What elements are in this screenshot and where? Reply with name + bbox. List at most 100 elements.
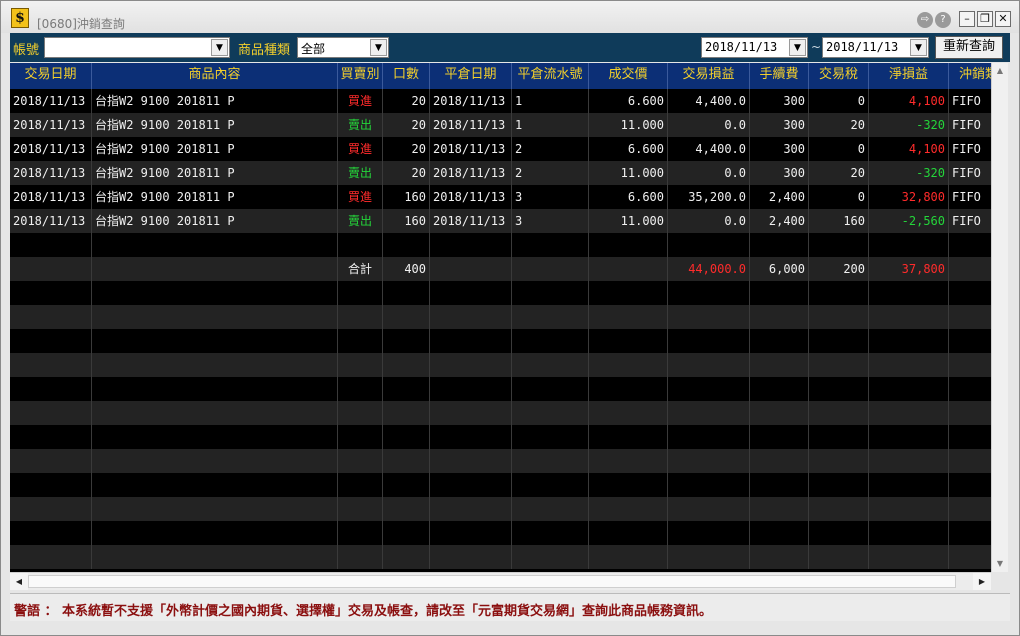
cell-tax: 0 (809, 89, 869, 113)
restore-button[interactable]: ❐ (977, 11, 993, 27)
chevron-down-icon[interactable]: ▼ (789, 39, 806, 56)
empty-row[interactable] (10, 497, 991, 521)
cell-qty: 20 (383, 89, 430, 113)
help-icon[interactable]: ? (935, 12, 951, 28)
chevron-down-icon[interactable]: ▼ (910, 39, 927, 56)
empty-row[interactable] (10, 353, 991, 377)
empty-row[interactable] (10, 377, 991, 401)
empty-row[interactable] (10, 401, 991, 425)
table-row[interactable]: 2018/11/13 台指W2 9100 201811 P 買進 20 2018/11/… (10, 89, 991, 113)
empty-cell (512, 521, 589, 545)
product-type-select[interactable]: 全部 ▼ (297, 37, 389, 58)
empty-cell (10, 473, 92, 497)
cell-method: FIFO (949, 137, 991, 161)
empty-cell (869, 401, 949, 425)
cell-product: 台指W2 9100 201811 P (92, 89, 338, 113)
empty-row[interactable] (10, 521, 991, 545)
col-close-date[interactable]: 平倉日期 (430, 63, 512, 89)
empty-cell (430, 377, 512, 401)
scroll-up-icon[interactable]: ▲ (992, 63, 1008, 79)
empty-cell (512, 545, 589, 569)
empty-cell (949, 233, 991, 257)
empty-cell (383, 425, 430, 449)
empty-row[interactable] (10, 305, 991, 329)
account-select[interactable]: ▼ (44, 37, 230, 58)
empty-row[interactable] (10, 233, 991, 257)
empty-cell (92, 257, 338, 281)
empty-row[interactable] (10, 329, 991, 353)
col-trade-date[interactable]: 交易日期 (10, 63, 92, 89)
col-product[interactable]: 商品內容 (92, 63, 338, 89)
settlement-query-window: $ [0680]沖銷查詢 ⇨ ? – ❐ ✕ 帳號 ▼ 商品種類 全部 ▼ 20… (0, 0, 1020, 636)
empty-cell (809, 521, 869, 545)
empty-cell (668, 473, 750, 497)
empty-row[interactable] (10, 425, 991, 449)
table-row[interactable]: 2018/11/13 台指W2 9100 201811 P 賣出 20 2018/11/… (10, 161, 991, 185)
close-button[interactable]: ✕ (995, 11, 1011, 27)
date-from-picker[interactable]: 2018/11/13 ▼ (701, 37, 808, 58)
empty-cell (383, 401, 430, 425)
requery-button[interactable]: 重新查詢 (935, 36, 1003, 59)
empty-cell (668, 377, 750, 401)
empty-cell (338, 449, 383, 473)
date-to-picker[interactable]: 2018/11/13 ▼ (822, 37, 929, 58)
cell-method: FIFO (949, 113, 991, 137)
empty-cell (668, 281, 750, 305)
empty-cell (750, 329, 809, 353)
empty-cell (512, 329, 589, 353)
empty-cell (668, 233, 750, 257)
empty-cell (750, 497, 809, 521)
table-row[interactable]: 2018/11/13 台指W2 9100 201811 P 買進 160 2018/11… (10, 185, 991, 209)
empty-row[interactable] (10, 449, 991, 473)
table-row[interactable]: 2018/11/13 台指W2 9100 201811 P 買進 20 2018/11/… (10, 137, 991, 161)
empty-cell (92, 473, 338, 497)
col-qty[interactable]: 口數 (383, 63, 430, 89)
cell-date: 2018/11/13 (10, 89, 92, 113)
empty-row[interactable] (10, 545, 991, 569)
col-trade-pnl[interactable]: 交易損益 (668, 63, 750, 89)
empty-cell (668, 401, 750, 425)
popout-icon[interactable]: ⇨ (917, 12, 933, 28)
horizontal-scrollbar[interactable]: ◀ ▶ (10, 572, 991, 590)
cell-pnl: 0.0 (668, 161, 750, 185)
horizontal-scroll-thumb[interactable] (28, 575, 956, 588)
col-tax[interactable]: 交易稅 (809, 63, 869, 89)
empty-cell (92, 521, 338, 545)
scroll-down-icon[interactable]: ▼ (992, 556, 1008, 572)
chevron-down-icon[interactable]: ▼ (211, 39, 228, 56)
empty-cell (589, 233, 668, 257)
col-offset-method[interactable]: 沖銷類 (949, 63, 991, 89)
col-fee[interactable]: 手續費 (750, 63, 809, 89)
col-price[interactable]: 成交價 (589, 63, 668, 89)
title-bar[interactable]: $ [0680]沖銷查詢 ⇨ ? – ❐ ✕ (1, 1, 1019, 33)
col-close-serial[interactable]: 平倉流水號 (512, 63, 589, 89)
cell-method: FIFO (949, 89, 991, 113)
col-side[interactable]: 買賣別 (338, 63, 383, 89)
empty-cell (949, 329, 991, 353)
empty-cell (949, 353, 991, 377)
col-net-pnl[interactable]: 淨損益 (869, 63, 949, 89)
empty-cell (383, 329, 430, 353)
empty-cell (869, 497, 949, 521)
minimize-button[interactable]: – (959, 11, 975, 27)
date-to-value: 2018/11/13 (826, 40, 899, 54)
empty-cell (869, 425, 949, 449)
empty-cell (949, 257, 991, 281)
cell-fee: 300 (750, 161, 809, 185)
cell-serial: 3 (512, 209, 589, 233)
vertical-scrollbar[interactable]: ▲ ▼ (991, 63, 1008, 572)
empty-cell (383, 521, 430, 545)
empty-cell (10, 329, 92, 353)
empty-row[interactable] (10, 473, 991, 497)
cell-fee: 300 (750, 89, 809, 113)
empty-cell (668, 353, 750, 377)
scroll-right-icon[interactable]: ▶ (973, 573, 991, 590)
empty-cell (668, 305, 750, 329)
table-row[interactable]: 2018/11/13 台指W2 9100 201811 P 賣出 160 2018/11… (10, 209, 991, 233)
table-row[interactable]: 2018/11/13 台指W2 9100 201811 P 賣出 20 2018/11/… (10, 113, 991, 137)
totals-row[interactable]: 合計 400 44,000.0 6,000 200 37,800 (10, 257, 991, 281)
scroll-left-icon[interactable]: ◀ (10, 573, 28, 590)
chevron-down-icon[interactable]: ▼ (370, 39, 387, 56)
empty-cell (10, 521, 92, 545)
empty-row[interactable] (10, 281, 991, 305)
